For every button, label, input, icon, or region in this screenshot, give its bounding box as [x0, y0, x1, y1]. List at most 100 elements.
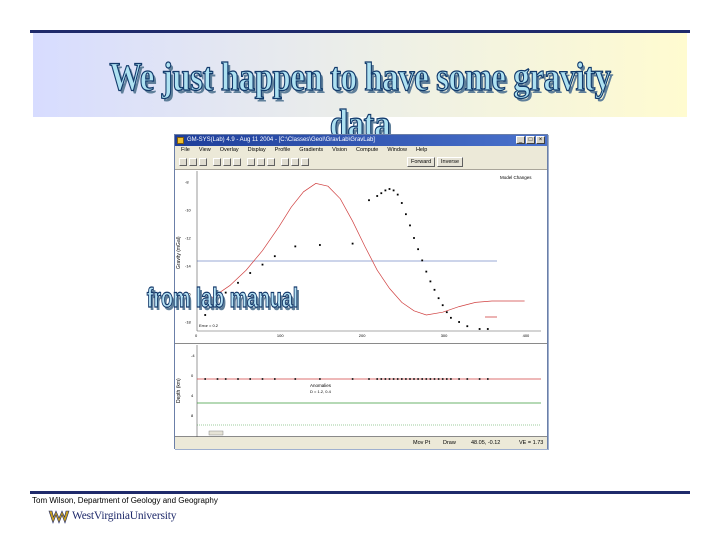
zoom-out-icon[interactable]: [223, 158, 231, 166]
observed-gravity-point[interactable]: [478, 328, 481, 330]
institution-name: WestVirginiaUniversity: [72, 510, 177, 522]
station-marker: [319, 378, 321, 380]
station-marker: [450, 378, 452, 380]
station-marker: [429, 378, 432, 380]
menubar: File View Overlay Display Profile Gradie…: [175, 146, 547, 155]
station-marker: [409, 378, 411, 380]
station-marker: [437, 378, 440, 380]
status-mode: Mov Pt: [413, 440, 431, 446]
window-title: GM-SYS(Lab) 4.9 - Aug 11 2004 - [C:\Clas…: [187, 137, 375, 143]
observed-gravity-point[interactable]: [273, 255, 276, 258]
observed-gravity-point[interactable]: [437, 297, 440, 300]
menu-display[interactable]: Display: [248, 146, 266, 155]
station-marker: [249, 378, 251, 380]
block-icon[interactable]: [281, 158, 289, 166]
add-point-icon[interactable]: [247, 158, 255, 166]
zoom-in-icon[interactable]: [213, 158, 221, 166]
title-banner: We just happen to have some gravity data: [33, 33, 687, 147]
station-marker: [204, 378, 206, 380]
menu-vision[interactable]: Vision: [332, 146, 347, 155]
observed-gravity-point[interactable]: [392, 189, 395, 192]
scroll-handle[interactable]: [208, 430, 224, 436]
observed-gravity-point[interactable]: [396, 193, 399, 196]
save-icon[interactable]: [199, 158, 207, 166]
observed-gravity-point[interactable]: [445, 311, 448, 314]
station-marker: [376, 378, 378, 380]
observed-gravity-point[interactable]: [405, 213, 407, 216]
move-point-icon[interactable]: [257, 158, 265, 166]
wvu-logo-icon: [48, 510, 70, 524]
observed-gravity-point[interactable]: [413, 237, 415, 239]
depth-tick-1: 0: [191, 373, 194, 378]
inverse-button[interactable]: Inverse: [437, 157, 464, 167]
station-marker: [417, 378, 419, 380]
y-tick-label: -14: [185, 264, 192, 269]
depth-tick-2: 4: [191, 393, 194, 398]
minimize-button[interactable]: _: [516, 136, 525, 144]
x-tick-label: 400: [523, 333, 530, 338]
observed-gravity-point[interactable]: [376, 195, 379, 197]
station-marker: [396, 378, 399, 380]
observed-gravity-point[interactable]: [384, 189, 387, 192]
menu-compute[interactable]: Compute: [356, 146, 378, 155]
menu-window[interactable]: Window: [387, 146, 407, 155]
station-icon[interactable]: [291, 158, 299, 166]
observed-gravity-point[interactable]: [388, 188, 391, 190]
menu-file[interactable]: File: [181, 146, 190, 155]
observed-gravity-point[interactable]: [319, 244, 321, 246]
menu-gradients[interactable]: Gradients: [299, 146, 323, 155]
observed-gravity-point[interactable]: [294, 245, 297, 248]
observed-gravity-point[interactable]: [458, 321, 460, 323]
pan-icon[interactable]: [233, 158, 241, 166]
x-tick-label: 200: [359, 333, 366, 338]
menu-help[interactable]: Help: [416, 146, 427, 155]
depth-y-label: Depth (km): [176, 378, 182, 403]
close-button[interactable]: ×: [536, 136, 545, 144]
observed-gravity-point[interactable]: [425, 270, 428, 273]
menu-profile[interactable]: Profile: [275, 146, 291, 155]
observed-gravity-point[interactable]: [421, 259, 424, 262]
gravity-chart[interactable]: Gravity (mGal) Model Changes Error = 0.2…: [175, 171, 547, 344]
station-marker: [384, 378, 387, 380]
station-marker: [458, 378, 460, 380]
maximize-button[interactable]: □: [526, 136, 535, 144]
menu-overlay[interactable]: Overlay: [220, 146, 239, 155]
x-tick-label: 0: [195, 333, 198, 338]
delete-point-icon[interactable]: [267, 158, 275, 166]
station-marker: [261, 378, 264, 380]
depth-model-panel[interactable]: Depth (km) -4 0 4 8 Anomalies D = 1.2, 0…: [175, 345, 547, 437]
observed-gravity-point[interactable]: [417, 248, 419, 251]
depth-tick-3: 8: [191, 413, 194, 418]
station-marker: [441, 378, 444, 380]
window-titlebar[interactable]: GM-SYS(Lab) 4.9 - Aug 11 2004 - [C:\Clas…: [175, 135, 547, 146]
station-marker: [405, 378, 407, 380]
x-tick-label: 100: [277, 333, 284, 338]
observed-gravity-point[interactable]: [261, 263, 264, 266]
station-marker: [351, 378, 354, 380]
open-icon[interactable]: [189, 158, 197, 166]
print-icon[interactable]: [301, 158, 309, 166]
menu-view[interactable]: View: [199, 146, 211, 155]
toolbar: Forward Inverse: [175, 155, 547, 170]
depth-model-svg[interactable]: Depth (km) -4 0 4 8 Anomalies D = 1.2, 0…: [175, 345, 547, 437]
observed-gravity-point[interactable]: [380, 192, 383, 195]
observed-gravity-point[interactable]: [486, 328, 489, 330]
observed-gravity-point[interactable]: [433, 288, 436, 291]
new-icon[interactable]: [179, 158, 187, 166]
observed-gravity-point[interactable]: [351, 242, 354, 245]
y-tick-label: -12: [185, 236, 192, 241]
observed-gravity-point[interactable]: [409, 224, 411, 227]
observed-gravity-point[interactable]: [249, 272, 252, 274]
observed-gravity-point[interactable]: [450, 316, 452, 319]
forward-button[interactable]: Forward: [407, 157, 436, 167]
station-marker: [446, 378, 448, 380]
slide-title: We just happen to have some gravity data: [109, 53, 612, 146]
y-tick-label: -18: [185, 320, 192, 325]
observed-gravity-point[interactable]: [400, 202, 403, 204]
status-coords: 48.05, -0.12: [471, 440, 501, 446]
observed-gravity-point[interactable]: [368, 199, 370, 202]
observed-gravity-point[interactable]: [466, 325, 469, 328]
observed-gravity-point[interactable]: [441, 304, 444, 307]
gravity-plot-panel[interactable]: Gravity (mGal) Model Changes Error = 0.2…: [175, 171, 547, 344]
observed-gravity-point[interactable]: [429, 280, 432, 283]
